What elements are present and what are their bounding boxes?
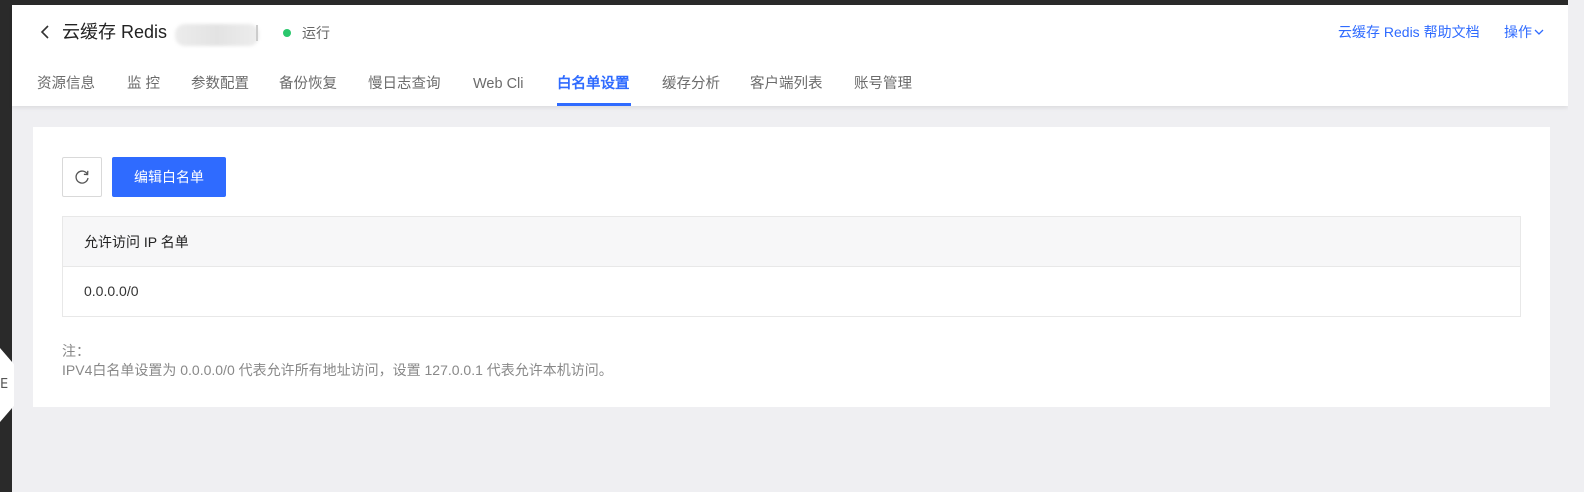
redacted-edge (256, 25, 258, 41)
tab-client-list[interactable]: 客户端列表 (750, 69, 823, 106)
whitelist-panel: 编辑白名单 允许访问 IP 名单 0.0.0.0/0 注： IPV4白名单设置为… (33, 127, 1550, 407)
header-bar: 云缓存 Redis 运行 云缓存 Redis 帮助文档 操作 资源信息 监 控 … (12, 5, 1568, 106)
note-label: 注： (62, 343, 90, 359)
chevron-down-icon (1534, 29, 1544, 35)
page-title: 云缓存 Redis (62, 22, 168, 42)
redacted-instance-name (175, 24, 259, 46)
operations-dropdown[interactable]: 操作 (1504, 23, 1544, 41)
tab-bar: 资源信息 监 控 参数配置 备份恢复 慢日志查询 Web Cli 白名单设置 缓… (12, 69, 1568, 106)
help-doc-link[interactable]: 云缓存 Redis 帮助文档 (1338, 23, 1480, 41)
status-dot (283, 29, 291, 37)
refresh-icon (75, 170, 89, 184)
tab-resource-info[interactable]: 资源信息 (37, 69, 95, 106)
tab-backup-restore[interactable]: 备份恢复 (279, 69, 337, 106)
operations-label: 操作 (1504, 24, 1532, 40)
tab-web-cli[interactable]: Web Cli (473, 69, 524, 106)
tab-account-management[interactable]: 账号管理 (854, 69, 912, 106)
table-row: 0.0.0.0/0 (84, 283, 139, 299)
tab-slowlog[interactable]: 慢日志查询 (368, 69, 441, 106)
active-tab-indicator (557, 103, 631, 106)
right-gutter (1568, 0, 1584, 492)
side-handle-glyph: E (0, 377, 9, 392)
edit-whitelist-button[interactable]: 编辑白名单 (112, 157, 226, 197)
tab-cache-analysis[interactable]: 缓存分析 (662, 69, 720, 106)
refresh-button[interactable] (62, 157, 102, 197)
tab-whitelist[interactable]: 白名单设置 (557, 69, 630, 106)
whitelist-table: 允许访问 IP 名单 0.0.0.0/0 (62, 216, 1521, 317)
tab-monitor[interactable]: 监 控 (127, 69, 160, 106)
table-header: 允许访问 IP 名单 (63, 217, 1520, 267)
back-arrow-icon[interactable] (38, 22, 52, 42)
tab-param-config[interactable]: 参数配置 (191, 69, 249, 106)
note-text: IPV4白名单设置为 0.0.0.0/0 代表允许所有地址访问，设置 127.0… (62, 362, 613, 378)
status-text: 运行 (302, 25, 330, 41)
